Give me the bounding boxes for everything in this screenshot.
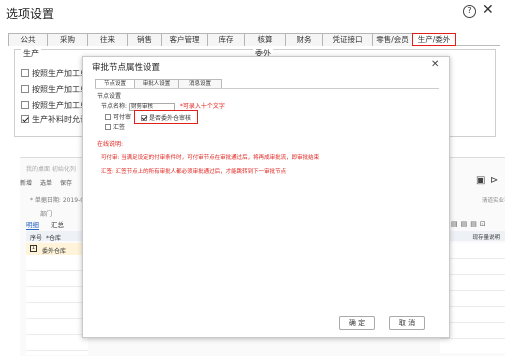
tab-detail[interactable]: 明细	[26, 221, 39, 230]
tab-costing[interactable]: 核算	[244, 33, 286, 46]
col-warehouse: *仓库	[46, 235, 62, 242]
option-row[interactable]: 按照生产加工单	[21, 68, 88, 79]
tab-public[interactable]: 公共	[8, 33, 48, 46]
option-row[interactable]: 按照生产加工单	[21, 84, 88, 95]
cancel-button[interactable]: 取 消	[389, 316, 425, 330]
table-header: 序号 *仓库	[26, 231, 88, 242]
option-outsource-review[interactable]: 是否委外仓审核	[141, 113, 191, 122]
checkbox-checked[interactable]	[21, 115, 29, 123]
help-icon[interactable]: ?	[463, 5, 476, 18]
row-number: 1	[30, 245, 37, 252]
table-tool-icons[interactable]: ▤▤▤⊡	[451, 220, 489, 228]
breadcrumb: 我的桌面 初始化列	[26, 166, 76, 173]
checkbox[interactable]	[21, 85, 29, 93]
tab-inventory[interactable]: 库存	[207, 33, 245, 46]
close-icon[interactable]: ✕	[482, 2, 494, 18]
back-icon[interactable]: ⊳	[490, 175, 498, 186]
close-icon[interactable]: ✕	[431, 59, 439, 70]
new-button[interactable]: 新增	[20, 178, 32, 187]
table-row[interactable]: 1 委外仓库	[26, 243, 88, 255]
checkbox[interactable]	[21, 69, 29, 77]
section-production: 生产	[21, 48, 41, 59]
node-name-hint: *可录入十个文字	[179, 103, 225, 110]
col-no: 序号	[30, 235, 43, 242]
node-settings-heading: 节点设置	[97, 93, 122, 100]
print-icon[interactable]: ▣	[476, 175, 485, 186]
checkbox[interactable]	[105, 114, 111, 120]
ok-button[interactable]: 确 定	[339, 316, 375, 330]
tab-accounts[interactable]: 往来	[87, 33, 128, 46]
tab-finance[interactable]: 财务	[285, 33, 323, 46]
option-summary[interactable]: 汇签	[105, 122, 125, 131]
option-can-pay[interactable]: 可付审	[105, 112, 131, 121]
dept-label: 部门	[40, 211, 53, 218]
help-text-can-pay: 可付审: 当满足设定的付审条件时，可付审节点在审批通过后，将再成审批流，即审批结…	[101, 155, 320, 161]
checkbox[interactable]	[105, 124, 111, 130]
tab-customer[interactable]: 客户管理	[161, 33, 208, 46]
tab-retail[interactable]: 零售/会员	[372, 33, 413, 46]
window-titlebar: 选项设置 ? ✕	[0, 0, 505, 26]
divider	[95, 88, 439, 89]
row-warehouse: 委外仓库	[42, 248, 67, 255]
tab-summary[interactable]: 汇总	[51, 221, 64, 229]
dialog-titlebar: 审批节点属性设置 ✕	[83, 57, 449, 75]
tab-production[interactable]: 生产/委外	[412, 33, 456, 46]
option-row[interactable]: 按照生产加工单	[21, 100, 88, 111]
date-label: * 单据日期: 2019-0	[30, 197, 85, 204]
checkbox-checked[interactable]	[141, 115, 147, 121]
dialog-title: 审批节点属性设置	[92, 63, 161, 73]
checkbox[interactable]	[21, 101, 29, 109]
option-row[interactable]: 生产补料时允许	[21, 114, 88, 125]
help-text-summary: 汇签: 汇签节点上的所有审批人都必须审批通过后，才能跳转到下一审批节点	[101, 169, 287, 175]
save-button[interactable]: 保存	[60, 178, 72, 187]
tab-voucher[interactable]: 凭证接口	[322, 33, 373, 46]
select-button[interactable]: 选单	[40, 178, 52, 187]
tab-sales[interactable]: 销售	[127, 33, 162, 46]
detail-tabs: 明细 汇总	[26, 219, 76, 230]
window-title: 选项设置	[6, 7, 55, 21]
company-name: 清道实业有限公司	[482, 198, 505, 204]
approval-node-dialog: 审批节点属性设置 ✕ 节点设置 审批人设置 消息设置 节点设置 节点名称: 财务…	[82, 56, 450, 338]
node-name-label: 节点名称:	[101, 103, 128, 110]
settings-tabbar: 公共 采购 往来 销售 客户管理 库存 核算 财务 凭证接口 零售/会员 生产/…	[8, 33, 500, 46]
table-body	[26, 255, 88, 355]
online-help-title: 在线说明:	[97, 141, 124, 148]
tab-purchase[interactable]: 采购	[47, 33, 88, 46]
